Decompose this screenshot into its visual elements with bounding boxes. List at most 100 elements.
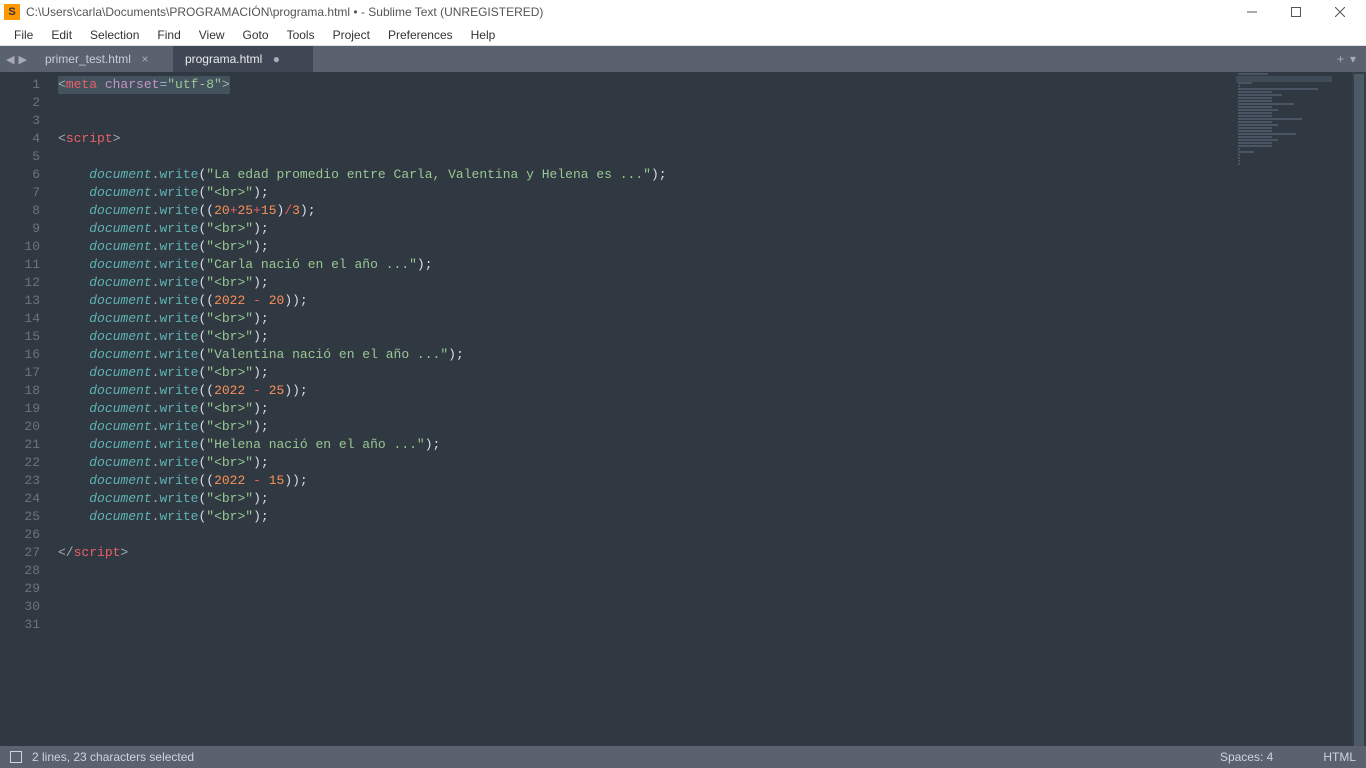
minimize-button[interactable] [1230,0,1274,24]
minimap-line [1238,145,1272,147]
menu-selection[interactable]: Selection [82,26,147,44]
tab-close-button[interactable]: × [139,52,151,66]
scrollbar-vertical[interactable] [1352,72,1366,746]
menu-view[interactable]: View [191,26,233,44]
code-line[interactable] [58,598,1232,616]
code-line[interactable] [58,94,1232,112]
menu-edit[interactable]: Edit [43,26,80,44]
minimap-line [1238,154,1240,156]
editor: 1234567891011121314151617181920212223242… [0,72,1366,746]
status-indent[interactable]: Spaces: 4 [1220,750,1273,764]
line-number: 4 [0,130,40,148]
tab-primer_test-html[interactable]: primer_test.html× [33,46,173,72]
code-line[interactable]: document.write("<br>"); [58,274,1232,292]
statusbar: 2 lines, 23 characters selected Spaces: … [0,746,1366,768]
code-line[interactable]: document.write("<br>"); [58,490,1232,508]
code-line[interactable]: </script> [58,544,1232,562]
code-line[interactable]: document.write("Carla nació en el año ..… [58,256,1232,274]
minimap-line [1238,136,1272,138]
minimap-line [1238,85,1240,87]
menu-tools[interactable]: Tools [279,26,323,44]
line-number: 11 [0,256,40,274]
code-line[interactable]: <meta charset="utf-8"> [58,76,1232,94]
close-button[interactable] [1318,0,1362,24]
line-number: 2 [0,94,40,112]
gutter: 1234567891011121314151617181920212223242… [0,72,50,746]
code-line[interactable]: document.write("<br>"); [58,400,1232,418]
code-line[interactable]: document.write("<br>"); [58,328,1232,346]
code-line[interactable]: document.write("<br>"); [58,454,1232,472]
menu-file[interactable]: File [6,26,41,44]
minimap-line [1238,88,1318,90]
minimap-line [1238,127,1272,129]
code-line[interactable]: document.write((2022 - 25)); [58,382,1232,400]
window-title: C:\Users\carla\Documents\PROGRAMACIÓN\pr… [26,5,1230,19]
line-number: 10 [0,238,40,256]
code-area[interactable]: <meta charset="utf-8"> <script> document… [50,72,1232,746]
code-line[interactable] [58,148,1232,166]
code-line[interactable]: document.write("Valentina nació en el añ… [58,346,1232,364]
status-syntax[interactable]: HTML [1323,750,1356,764]
code-line[interactable]: <script> [58,130,1232,148]
menu-goto[interactable]: Goto [235,26,277,44]
minimap-line [1238,157,1240,159]
line-number: 16 [0,346,40,364]
minimap-line [1238,94,1282,96]
line-number: 29 [0,580,40,598]
line-number: 24 [0,490,40,508]
code-line[interactable]: document.write("Helena nació en el año .… [58,436,1232,454]
minimap-line [1238,139,1278,141]
minimap-line [1238,100,1272,102]
new-tab-button[interactable]: + [1337,52,1344,66]
menu-help[interactable]: Help [463,26,504,44]
tab-label: programa.html [185,52,262,66]
line-number: 6 [0,166,40,184]
menu-find[interactable]: Find [149,26,188,44]
line-number: 20 [0,418,40,436]
panel-toggle-icon[interactable] [10,751,22,763]
line-number: 1 [0,76,40,94]
code-line[interactable]: document.write("<br>"); [58,310,1232,328]
tab-nav-forward[interactable]: ▶ [18,53,26,66]
code-line[interactable] [58,526,1232,544]
scrollbar-thumb[interactable] [1354,74,1364,746]
code-line[interactable]: document.write("<br>"); [58,418,1232,436]
code-line[interactable]: document.write("<br>"); [58,238,1232,256]
tab-nav-back[interactable]: ◀ [6,53,14,66]
line-number: 22 [0,454,40,472]
code-line[interactable] [58,562,1232,580]
minimap-line [1238,97,1272,99]
minimap-line [1238,142,1272,144]
line-number: 9 [0,220,40,238]
minimap[interactable] [1232,72,1352,746]
line-number: 8 [0,202,40,220]
code-line[interactable]: document.write("<br>"); [58,220,1232,238]
line-number: 5 [0,148,40,166]
minimap-line [1238,124,1278,126]
line-number: 30 [0,598,40,616]
code-line[interactable]: document.write((2022 - 20)); [58,292,1232,310]
minimap-line [1238,106,1272,108]
code-line[interactable] [58,580,1232,598]
minimap-viewport [1236,76,1332,82]
menubar: FileEditSelectionFindViewGotoToolsProjec… [0,24,1366,46]
code-line[interactable] [58,616,1232,634]
code-line[interactable]: document.write((20+25+15)/3); [58,202,1232,220]
line-number: 13 [0,292,40,310]
code-line[interactable]: document.write((2022 - 15)); [58,472,1232,490]
code-line[interactable]: document.write("<br>"); [58,184,1232,202]
maximize-button[interactable] [1274,0,1318,24]
tab-programa-html[interactable]: programa.html● [173,46,313,72]
minimap-line [1238,163,1240,165]
line-number: 26 [0,526,40,544]
code-line[interactable] [58,112,1232,130]
menu-project[interactable]: Project [325,26,378,44]
code-line[interactable]: document.write("<br>"); [58,508,1232,526]
code-line[interactable]: document.write("La edad promedio entre C… [58,166,1232,184]
menu-preferences[interactable]: Preferences [380,26,461,44]
close-icon [1335,7,1345,17]
tab-menu-button[interactable]: ▾ [1350,52,1356,66]
code-line[interactable]: document.write("<br>"); [58,364,1232,382]
minimap-line [1238,121,1272,123]
minimap-line [1238,115,1272,117]
